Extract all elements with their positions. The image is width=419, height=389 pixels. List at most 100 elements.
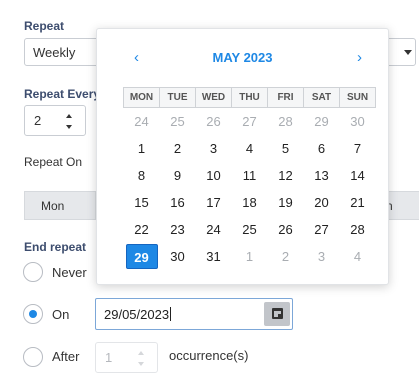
- end-date-input[interactable]: 29/05/2023: [95, 298, 293, 330]
- calendar-day-number: 29: [314, 113, 329, 129]
- calendar-day-number: 14: [350, 167, 365, 183]
- calendar-week-row: 29 30 31 1 2 3 4: [124, 243, 376, 270]
- calendar-day-number: 5: [281, 140, 290, 156]
- calendar-day[interactable]: 20: [304, 189, 340, 216]
- calendar-day-outside[interactable]: 3: [304, 243, 340, 270]
- calendar-day-number: 19: [278, 194, 293, 210]
- calendar-day[interactable]: 7: [340, 135, 376, 162]
- calendar-day-number: 16: [170, 194, 185, 210]
- calendar-day[interactable]: 9: [160, 162, 196, 189]
- calendar-day-number: 22: [134, 221, 149, 237]
- calendar-icon: [272, 308, 283, 319]
- weekday-header: SUN: [339, 87, 376, 108]
- calendar-day-number: 24: [206, 221, 221, 237]
- calendar-day-number: 30: [350, 113, 365, 129]
- calendar-day-number: 13: [314, 167, 329, 183]
- calendar-day[interactable]: 23: [160, 216, 196, 243]
- repeat-every-value: 2: [34, 113, 42, 128]
- weekday-header: TUE: [159, 87, 196, 108]
- never-radio[interactable]: [23, 262, 43, 282]
- calendar-day[interactable]: 3: [196, 135, 232, 162]
- calendar-day-number: 27: [314, 221, 329, 237]
- datepicker-popup: ‹ MAY 2023 › MON TUE WED THU FRI SAT SUN 24 25 2…: [96, 28, 389, 285]
- calendar-day[interactable]: 1: [124, 135, 160, 162]
- calendar-day-outside[interactable]: 25: [160, 108, 196, 135]
- calendar-day[interactable]: 28: [340, 216, 376, 243]
- calendar-day[interactable]: 17: [196, 189, 232, 216]
- calendar-day[interactable]: 8: [124, 162, 160, 189]
- calendar-day-number: 25: [242, 221, 257, 237]
- calendar-day-number: 27: [242, 113, 257, 129]
- calendar-grid: MON TUE WED THU FRI SAT SUN 24 25 26 27 28 29 30 1 2 3 4…: [123, 87, 376, 270]
- calendar-day-number: 7: [353, 140, 362, 156]
- calendar-day[interactable]: 31: [196, 243, 232, 270]
- occurrence-suffix: occurrence(s): [169, 348, 249, 363]
- calendar-day-outside[interactable]: 30: [340, 108, 376, 135]
- chevron-down-icon: [404, 50, 412, 55]
- decrement-arrow-icon[interactable]: [66, 125, 72, 129]
- repeat-every-stepper[interactable]: 2: [24, 105, 86, 136]
- calendar-week-row: 8 9 10 11 12 13 14: [124, 162, 376, 189]
- calendar-day-number: 31: [206, 248, 221, 264]
- calendar-day-number: 4: [245, 140, 254, 156]
- repeat-on-label: Repeat On: [24, 155, 83, 169]
- on-radio[interactable]: [23, 304, 43, 324]
- calendar-day-number: 30: [170, 248, 185, 264]
- calendar-day-number: 23: [170, 221, 185, 237]
- calendar-day-outside[interactable]: 29: [304, 108, 340, 135]
- calendar-day[interactable]: 30: [160, 243, 196, 270]
- calendar-day[interactable]: 22: [124, 216, 160, 243]
- calendar-day[interactable]: 13: [304, 162, 340, 189]
- after-label: After: [52, 349, 80, 364]
- calendar-day-number: 1: [245, 248, 254, 264]
- calendar-day-number: 4: [353, 248, 362, 264]
- calendar-week-row: 15 16 17 18 19 20 21: [124, 189, 376, 216]
- decrement-arrow-icon[interactable]: [138, 362, 144, 366]
- calendar-day-outside[interactable]: 27: [232, 108, 268, 135]
- calendar-day-number: 1: [137, 140, 146, 156]
- calendar-day-outside[interactable]: 4: [340, 243, 376, 270]
- calendar-day[interactable]: 21: [340, 189, 376, 216]
- calendar-day[interactable]: 16: [160, 189, 196, 216]
- calendar-day-number: 9: [173, 167, 182, 183]
- calendar-day[interactable]: 11: [232, 162, 268, 189]
- calendar-day-selected[interactable]: 29: [124, 243, 160, 270]
- repeat-select-value: Weekly: [33, 45, 76, 60]
- calendar-day[interactable]: 6: [304, 135, 340, 162]
- day-toggle-mon[interactable]: Mon: [24, 191, 96, 220]
- calendar-day-outside[interactable]: 26: [196, 108, 232, 135]
- calendar-week-row: 22 23 24 25 26 27 28: [124, 216, 376, 243]
- calendar-day[interactable]: 24: [196, 216, 232, 243]
- calendar-day-number: 26: [278, 221, 293, 237]
- chevron-right-icon[interactable]: ›: [357, 49, 362, 66]
- day-toggle-sun[interactable]: n: [384, 191, 419, 220]
- calendar-day[interactable]: 10: [196, 162, 232, 189]
- calendar-day[interactable]: 2: [160, 135, 196, 162]
- never-label: Never: [52, 265, 87, 280]
- calendar-day-number: 10: [206, 167, 221, 183]
- calendar-day[interactable]: 4: [232, 135, 268, 162]
- calendar-day-number: 2: [173, 140, 182, 156]
- calendar-day-outside[interactable]: 28: [268, 108, 304, 135]
- on-label: On: [52, 307, 70, 322]
- calendar-button[interactable]: [264, 302, 290, 326]
- calendar-day[interactable]: 27: [304, 216, 340, 243]
- calendar-day-outside[interactable]: 24: [124, 108, 160, 135]
- increment-arrow-icon[interactable]: [138, 351, 144, 355]
- increment-arrow-icon[interactable]: [66, 114, 72, 118]
- calendar-day-outside[interactable]: 1: [232, 243, 268, 270]
- calendar-day[interactable]: 18: [232, 189, 268, 216]
- calendar-day-number: 28: [350, 221, 365, 237]
- calendar-day-number: 18: [242, 194, 257, 210]
- calendar-day[interactable]: 19: [268, 189, 304, 216]
- calendar-day[interactable]: 26: [268, 216, 304, 243]
- calendar-day[interactable]: 14: [340, 162, 376, 189]
- calendar-day[interactable]: 5: [268, 135, 304, 162]
- after-radio[interactable]: [23, 347, 43, 367]
- calendar-day[interactable]: 15: [124, 189, 160, 216]
- calendar-day-number: 28: [278, 113, 293, 129]
- calendar-day[interactable]: 12: [268, 162, 304, 189]
- calendar-day-outside[interactable]: 2: [268, 243, 304, 270]
- calendar-day[interactable]: 25: [232, 216, 268, 243]
- occurrence-stepper[interactable]: 1: [95, 342, 158, 373]
